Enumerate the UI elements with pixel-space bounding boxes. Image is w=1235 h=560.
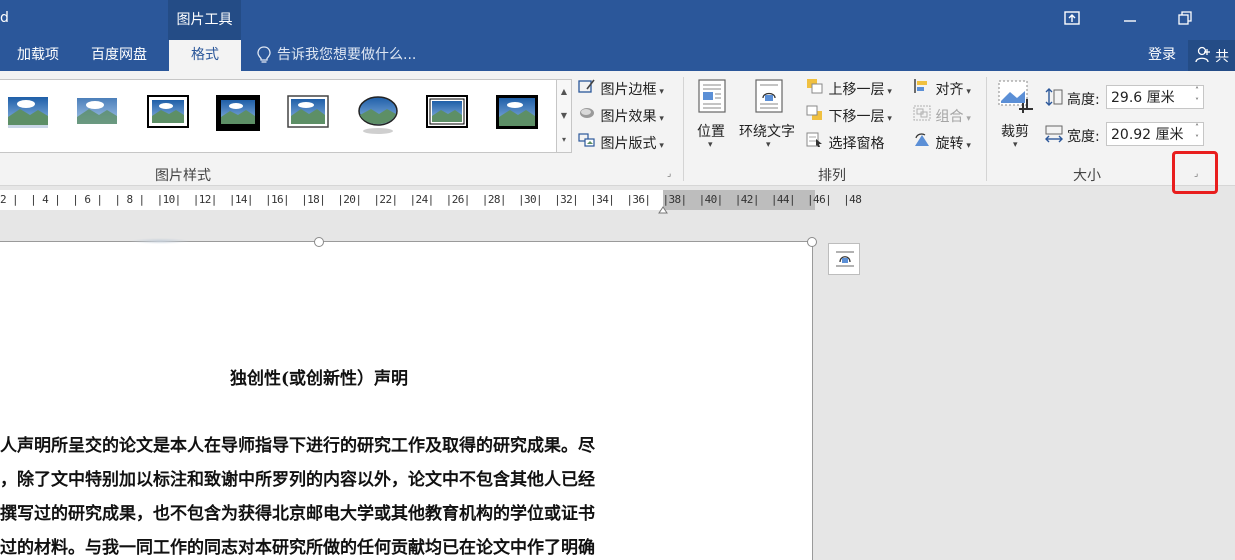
- send-backward-label: 下移一层: [828, 109, 885, 125]
- picture-styles-launcher-icon[interactable]: ⌟: [667, 169, 671, 179]
- gallery-up-icon[interactable]: ▲: [557, 80, 571, 104]
- position-icon: [697, 79, 727, 117]
- separator: [986, 77, 987, 181]
- separator: [683, 77, 684, 181]
- restore-icon[interactable]: [1162, 0, 1208, 40]
- style-thumb-3[interactable]: [147, 95, 189, 128]
- ruler-numbers: 2 | | 4 | | 6 | | 8 | |10| |12| |14| |16…: [0, 193, 862, 206]
- crop-icon: [997, 79, 1035, 119]
- arrange-group-label: 排列: [818, 168, 846, 184]
- crop-dropdown-icon[interactable]: ▾: [1013, 140, 1018, 150]
- share-label: 共: [1215, 49, 1229, 65]
- position-dropdown-icon[interactable]: ▾: [708, 140, 713, 150]
- crop-label[interactable]: 裁剪: [1001, 121, 1029, 141]
- align-button[interactable]: 对齐 ▾: [913, 78, 971, 99]
- document-line: 过的材料。与我一同工作的同志对本研究所做的任何贡献均已在论文中作了明确: [0, 538, 595, 558]
- style-thumb-4[interactable]: [216, 95, 260, 131]
- wrap-text-dropdown-icon[interactable]: ▾: [766, 140, 771, 150]
- rotate-button[interactable]: 旋转 ▾: [913, 132, 971, 153]
- style-thumb-8[interactable]: [496, 95, 538, 129]
- size-group-label: 大小: [1073, 168, 1101, 184]
- bring-forward-icon: [806, 78, 824, 98]
- tab-baidu-netdisk[interactable]: 百度网盘: [91, 40, 147, 71]
- width-value: 20.92 厘米: [1111, 127, 1184, 143]
- selection-pane-label: 选择窗格: [828, 136, 885, 152]
- ribbon-display-options-icon[interactable]: [1049, 0, 1095, 40]
- window-title: d: [0, 10, 9, 26]
- pen-border-icon: [578, 78, 596, 98]
- highlight-box: [1172, 151, 1218, 194]
- picture-effects-label: 图片效果: [600, 109, 657, 125]
- position-button[interactable]: [694, 79, 730, 117]
- group-label: 组合: [935, 109, 964, 125]
- picture-layout-label: 图片版式: [600, 136, 657, 152]
- layout-icon: [578, 132, 596, 152]
- gallery-scroll[interactable]: ▲ ▼ ▾: [556, 79, 572, 153]
- align-label: 对齐: [935, 82, 964, 98]
- send-backward-button[interactable]: 下移一层 ▾: [806, 105, 892, 126]
- height-value: 29.6 厘米: [1111, 90, 1175, 106]
- rotate-label: 旋转: [935, 136, 964, 152]
- tab-format[interactable]: 格式: [169, 40, 241, 71]
- tell-me-search[interactable]: 告诉我您想要做什么...: [277, 40, 416, 71]
- layout-options-button[interactable]: [828, 243, 860, 275]
- crop-button[interactable]: [997, 79, 1035, 119]
- gallery-more-icon[interactable]: ▾: [557, 128, 571, 152]
- height-spinner-icon[interactable]: ˄ ˅: [1195, 85, 1199, 107]
- style-thumb-6-oval[interactable]: [357, 95, 398, 134]
- bring-forward-label: 上移一层: [828, 82, 885, 98]
- style-thumb-2[interactable]: [77, 95, 117, 127]
- wrap-text-icon: [754, 79, 784, 117]
- selection-pane-icon: [806, 132, 824, 152]
- document-line: 撰写过的研究成果，也不包含为获得北京邮电大学或其他教育机构的学位或证书: [0, 504, 595, 524]
- wrap-text-button[interactable]: [754, 79, 784, 117]
- selection-pane-button[interactable]: 选择窗格: [806, 132, 884, 153]
- align-icon: [913, 78, 931, 98]
- picture-effects-button[interactable]: 图片效果 ▾: [578, 105, 664, 126]
- document-line: 人声明所呈交的论文是本人在导师指导下进行的研究工作及取得的研究成果。尽: [0, 436, 595, 456]
- height-label: 高度:: [1067, 92, 1100, 108]
- document-line: ，除了文中特别加以标注和致谢中所罗列的内容以外，论文中不包含其他人已经: [0, 470, 595, 490]
- resize-handle-top-right[interactable]: [807, 237, 817, 247]
- style-thumb-1[interactable]: [8, 95, 48, 128]
- width-spinner-icon[interactable]: ˄ ˅: [1195, 122, 1199, 144]
- wrap-text-label[interactable]: 环绕文字: [739, 121, 795, 141]
- bring-forward-button[interactable]: 上移一层 ▾: [806, 78, 892, 99]
- rotate-icon: [913, 132, 931, 152]
- send-backward-icon: [806, 105, 824, 125]
- picture-layout-button[interactable]: 图片版式 ▾: [578, 132, 664, 153]
- picture-border-label: 图片边框: [600, 82, 657, 98]
- style-thumb-7[interactable]: [426, 95, 468, 128]
- group-button[interactable]: 组合 ▾: [913, 105, 971, 126]
- layout-options-icon: [835, 250, 855, 272]
- person-icon: [1195, 46, 1211, 68]
- width-label: 宽度:: [1067, 129, 1100, 145]
- effects-icon: [578, 105, 596, 125]
- picture-tools-context-tab: 图片工具: [168, 0, 241, 40]
- group-icon: [913, 105, 931, 125]
- picture-border-button[interactable]: 图片边框 ▾: [578, 78, 664, 99]
- tab-addins[interactable]: 加载项: [17, 40, 59, 71]
- image-edge-shadow: [130, 238, 190, 244]
- height-icon: [1044, 87, 1064, 111]
- position-label[interactable]: 位置: [697, 121, 725, 141]
- style-thumb-5[interactable]: [287, 95, 329, 128]
- width-icon: [1044, 124, 1064, 148]
- width-field[interactable]: 20.92 厘米 ˄ ˅: [1106, 122, 1204, 146]
- lightbulb-icon: [257, 46, 271, 68]
- login-link[interactable]: 登录: [1148, 40, 1176, 71]
- resize-handle-top[interactable]: [314, 237, 324, 247]
- picture-styles-group-label: 图片样式: [155, 168, 211, 184]
- right-indent-marker-icon[interactable]: [658, 202, 668, 218]
- height-field[interactable]: 29.6 厘米 ˄ ˅: [1106, 85, 1204, 109]
- share-button[interactable]: 共: [1188, 40, 1235, 71]
- minimize-icon[interactable]: [1107, 0, 1153, 40]
- document-heading: 独创性(或创新性）声明: [230, 369, 409, 389]
- gallery-down-icon[interactable]: ▼: [557, 104, 571, 128]
